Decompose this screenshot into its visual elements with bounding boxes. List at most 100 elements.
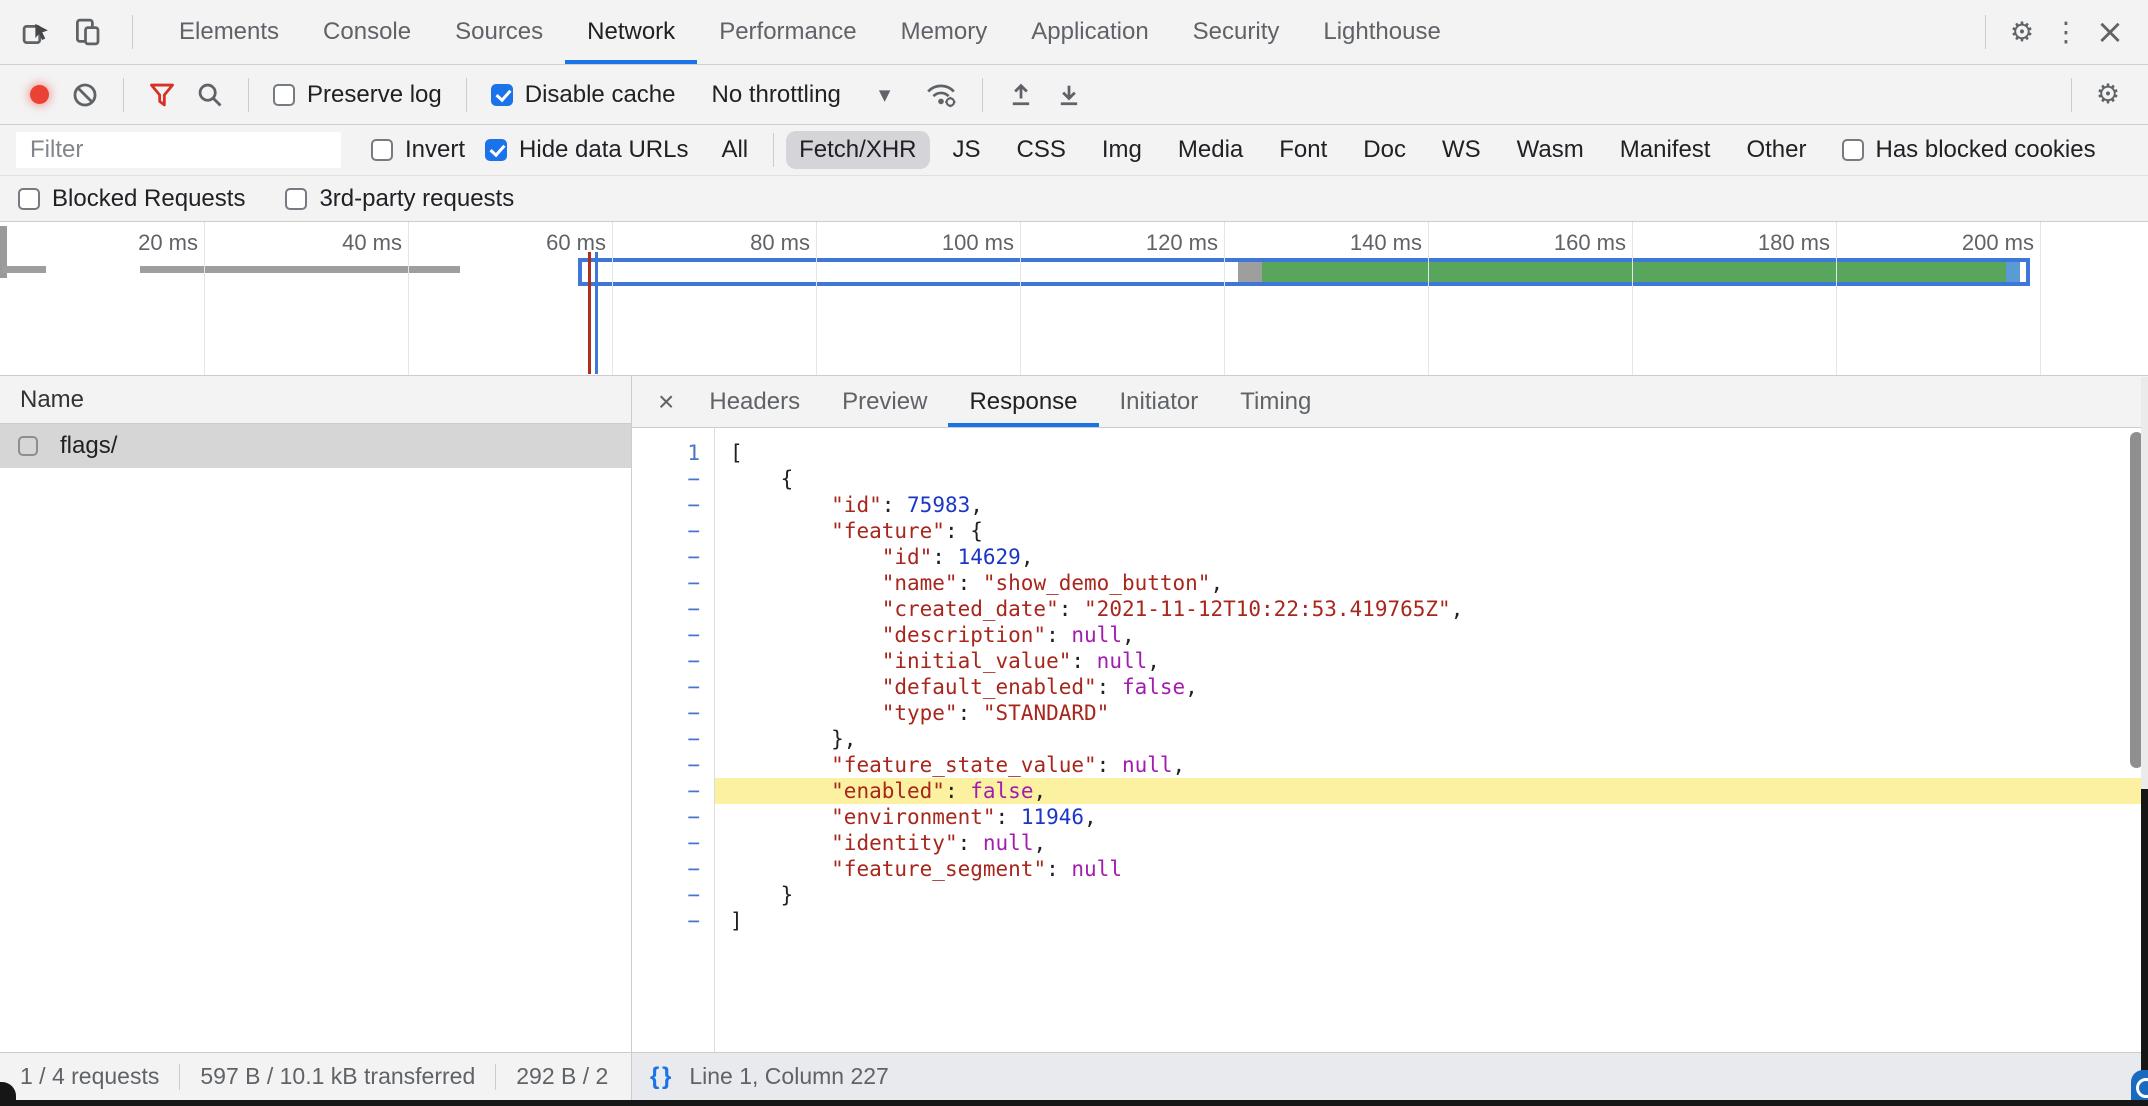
invert-checkbox[interactable] <box>371 139 393 161</box>
filter-type-ws[interactable]: WS <box>1429 131 1494 169</box>
line-number[interactable]: − <box>632 492 714 518</box>
line-number[interactable]: − <box>632 778 714 804</box>
line-number[interactable]: − <box>632 466 714 492</box>
third-party-checkbox[interactable] <box>285 188 307 210</box>
filter-toggle-icon[interactable] <box>148 81 176 109</box>
filter-input[interactable] <box>16 132 341 168</box>
line-number[interactable]: − <box>632 544 714 570</box>
third-party-label: 3rd-party requests <box>319 185 514 213</box>
tab-security[interactable]: Security <box>1171 0 1302 64</box>
table-row-flags[interactable]: flags/ <box>0 424 631 468</box>
timeline-gridline <box>612 222 613 375</box>
tab-sources[interactable]: Sources <box>433 0 565 64</box>
blocked-requests-checkbox[interactable] <box>18 188 40 210</box>
blocked-requests-toggle[interactable]: Blocked Requests <box>18 185 245 213</box>
import-har-icon[interactable] <box>1007 81 1035 109</box>
filter-type-doc[interactable]: Doc <box>1350 131 1419 169</box>
code-line: − { <box>632 466 2148 492</box>
detail-tab-initiator[interactable]: Initiator <box>1099 376 1220 427</box>
preserve-log-checkbox[interactable] <box>273 84 295 106</box>
preserve-log-toggle[interactable]: Preserve log <box>273 81 442 109</box>
timeline-label: 20 ms <box>54 230 198 256</box>
line-number[interactable]: − <box>632 674 714 700</box>
filter-type-img[interactable]: Img <box>1089 131 1155 169</box>
code-text: } <box>714 882 2148 908</box>
line-number[interactable]: − <box>632 622 714 648</box>
line-number[interactable]: − <box>632 908 714 934</box>
line-number[interactable]: − <box>632 752 714 778</box>
filter-type-other[interactable]: Other <box>1733 131 1819 169</box>
line-number[interactable]: − <box>632 648 714 674</box>
disable-cache-checkbox[interactable] <box>491 84 513 106</box>
has-blocked-cookies-checkbox[interactable] <box>1842 139 1864 161</box>
line-number[interactable]: − <box>632 882 714 908</box>
code-line: − } <box>632 882 2148 908</box>
network-settings-gear-icon[interactable]: ⚙ <box>2086 73 2130 117</box>
line-number[interactable]: − <box>632 570 714 596</box>
tab-console[interactable]: Console <box>301 0 433 64</box>
hide-data-urls-checkbox[interactable] <box>485 139 507 161</box>
code-text: "type": "STANDARD" <box>714 700 2148 726</box>
hide-data-urls-toggle[interactable]: Hide data URLs <box>485 136 688 164</box>
code-line: − "feature_segment": null <box>632 856 2148 882</box>
code-text: "id": 75983, <box>714 492 2148 518</box>
filter-type-js[interactable]: JS <box>940 131 994 169</box>
tab-lighthouse[interactable]: Lighthouse <box>1301 0 1462 64</box>
inspect-element-icon[interactable] <box>14 10 58 54</box>
settings-gear-icon[interactable]: ⚙ <box>2000 10 2044 54</box>
tab-elements[interactable]: Elements <box>157 0 301 64</box>
tab-performance[interactable]: Performance <box>697 0 878 64</box>
detail-tab-response[interactable]: Response <box>948 376 1098 427</box>
detail-tab-timing[interactable]: Timing <box>1219 376 1332 427</box>
line-number[interactable]: − <box>632 856 714 882</box>
close-devtools-icon[interactable]: × <box>2088 10 2132 54</box>
line-number[interactable]: − <box>632 596 714 622</box>
code-text: "id": 14629, <box>714 544 2148 570</box>
timeline-gridline <box>204 222 205 375</box>
filter-type-fetch-xhr[interactable]: Fetch/XHR <box>786 131 929 169</box>
search-icon[interactable] <box>196 81 224 109</box>
response-body-viewer[interactable]: 1[− {− "id": 75983,− "feature": {− "id":… <box>632 428 2148 1052</box>
filter-type-manifest[interactable]: Manifest <box>1607 131 1724 169</box>
request-checkbox[interactable] <box>18 436 38 456</box>
line-number[interactable]: − <box>632 726 714 752</box>
load-event-line <box>588 252 591 374</box>
throttling-dropdown[interactable]: No throttling ▼ <box>695 81 890 109</box>
line-number[interactable]: − <box>632 804 714 830</box>
filter-type-all[interactable]: All <box>708 131 761 169</box>
filter-type-wasm[interactable]: Wasm <box>1504 131 1597 169</box>
timeline-gridline <box>816 222 817 375</box>
line-number[interactable]: 1 <box>632 440 714 466</box>
clear-button[interactable] <box>71 81 99 109</box>
filter-type-css[interactable]: CSS <box>1004 131 1079 169</box>
invert-toggle[interactable]: Invert <box>371 136 465 164</box>
separator <box>982 78 983 112</box>
has-blocked-cookies-toggle[interactable]: Has blocked cookies <box>1842 136 2096 164</box>
name-column-header[interactable]: Name <box>0 376 631 424</box>
export-har-icon[interactable] <box>1055 81 1083 109</box>
disable-cache-toggle[interactable]: Disable cache <box>491 81 676 109</box>
separator <box>123 78 124 112</box>
detail-tab-headers[interactable]: Headers <box>688 376 821 427</box>
more-menu-icon[interactable]: ⋮ <box>2044 10 2088 54</box>
tab-network[interactable]: Network <box>565 0 697 64</box>
line-number[interactable]: − <box>632 518 714 544</box>
tab-memory[interactable]: Memory <box>879 0 1010 64</box>
tab-application[interactable]: Application <box>1009 0 1170 64</box>
detail-tab-preview[interactable]: Preview <box>821 376 948 427</box>
format-braces-icon[interactable]: { } <box>650 1063 669 1091</box>
filter-type-media[interactable]: Media <box>1165 131 1256 169</box>
network-conditions-icon[interactable] <box>924 81 958 109</box>
status-item: 597 B / 10.1 kB transferred <box>200 1063 475 1090</box>
record-button[interactable] <box>30 85 49 104</box>
third-party-toggle[interactable]: 3rd-party requests <box>285 185 514 213</box>
code-line: − "feature_state_value": null, <box>632 752 2148 778</box>
device-toolbar-icon[interactable] <box>66 10 110 54</box>
close-detail-icon[interactable]: × <box>644 376 688 427</box>
line-number[interactable]: − <box>632 700 714 726</box>
line-number[interactable]: − <box>632 830 714 856</box>
network-toolbar: Preserve log Disable cache No throttling… <box>0 65 2148 125</box>
network-overview-timeline[interactable]: 20 ms40 ms60 ms80 ms100 ms120 ms140 ms16… <box>0 222 2148 376</box>
waterfall-segment-download <box>2006 262 2020 282</box>
filter-type-font[interactable]: Font <box>1266 131 1340 169</box>
